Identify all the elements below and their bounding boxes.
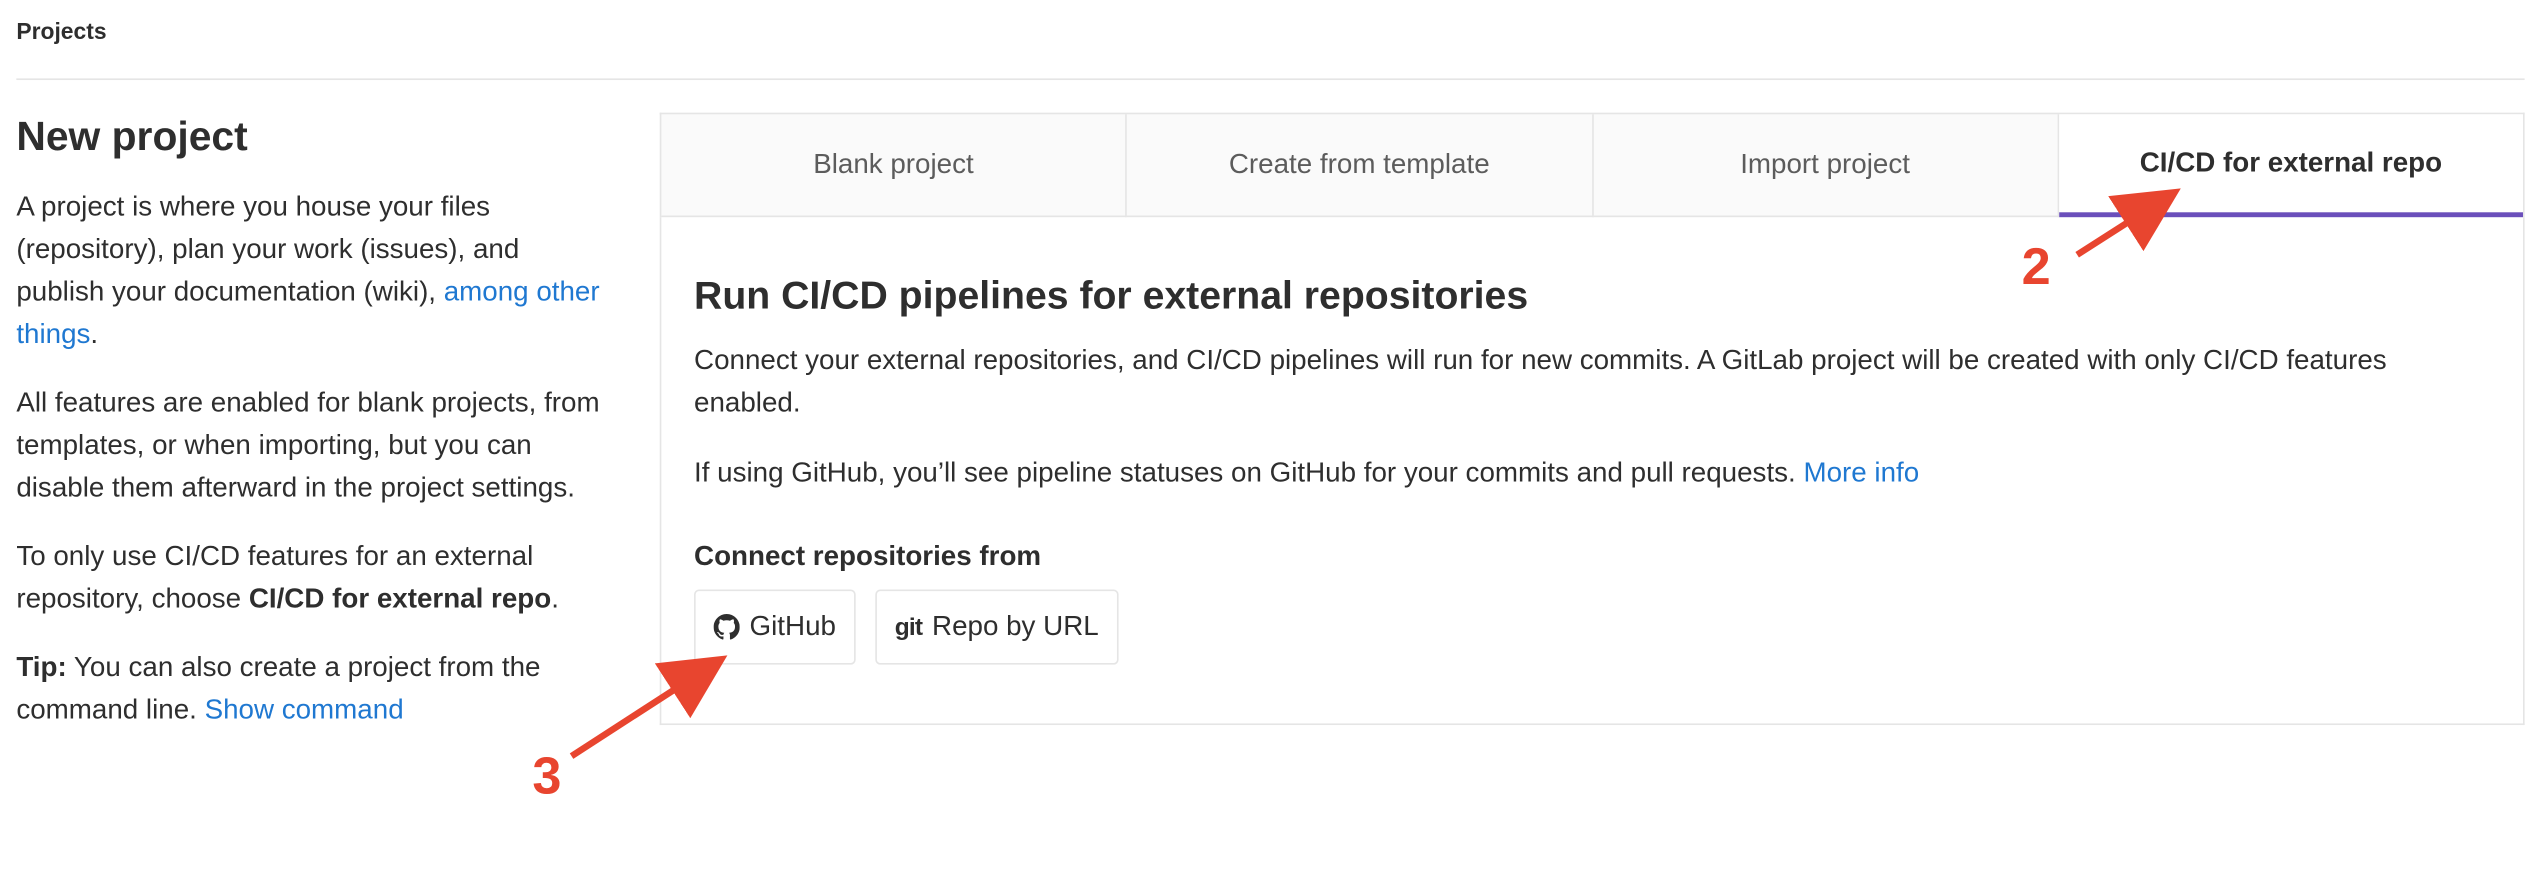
tab-ci-cd-external-repo[interactable]: CI/CD for external repo [2058,114,2523,218]
description-paragraph-2: All features are enabled for blank proje… [16,387,600,503]
connect-repositories-label: Connect repositories from [694,540,1042,572]
annotation-step-2: 2 [2021,236,2051,296]
annotation-step-3: 3 [532,746,562,806]
repo-by-url-button[interactable]: git Repo by URL [875,589,1119,665]
ci-cd-panel: Run CI/CD pipelines for external reposit… [659,217,2525,726]
description-end-1: . [90,318,99,350]
more-info-link[interactable]: More info [1803,457,1919,488]
show-command-link[interactable]: Show command [205,694,404,725]
top-divider [16,78,2525,81]
repo-by-url-label: Repo by URL [932,610,1099,642]
project-description-column: New project A project is where you house… [16,111,612,758]
tab-create-from-template[interactable]: Create from template [1127,114,1593,218]
description-paragraph-3: To only use CI/CD features for an extern… [16,536,612,621]
github-button[interactable]: GitHub [694,589,856,665]
ci-cd-emphasis: CI/CD for external repo [248,582,552,615]
project-type-tabs: Blank project Create from template Impor… [659,112,2525,218]
panel-title: Run CI/CD pipelines for external reposit… [694,274,1529,319]
github-info-paragraph: If using GitHub, you’ll see pipeline sta… [694,452,2490,494]
panel-description: Connect your external repositories, and … [694,344,2387,419]
tab-blank-project[interactable]: Blank project [661,114,1128,218]
description-end-3: . [551,582,559,615]
breadcrumb[interactable]: Projects [16,18,106,44]
git-icon: git [894,613,923,641]
github-icon [713,614,740,640]
tip-paragraph: Tip: You can also create a project from … [16,647,612,732]
tab-import-project[interactable]: Import project [1592,114,2059,218]
github-info-text: If using GitHub, you’ll see pipeline sta… [694,457,1804,489]
description-paragraph-1: A project is where you house your files … [16,186,612,356]
connect-buttons-row: GitHub git Repo by URL [694,589,2490,665]
tip-label: Tip: [16,651,67,683]
page-stage: Projects New project A project is where … [0,0,2547,883]
page-title: New project [16,114,248,161]
github-button-label: GitHub [749,610,836,642]
